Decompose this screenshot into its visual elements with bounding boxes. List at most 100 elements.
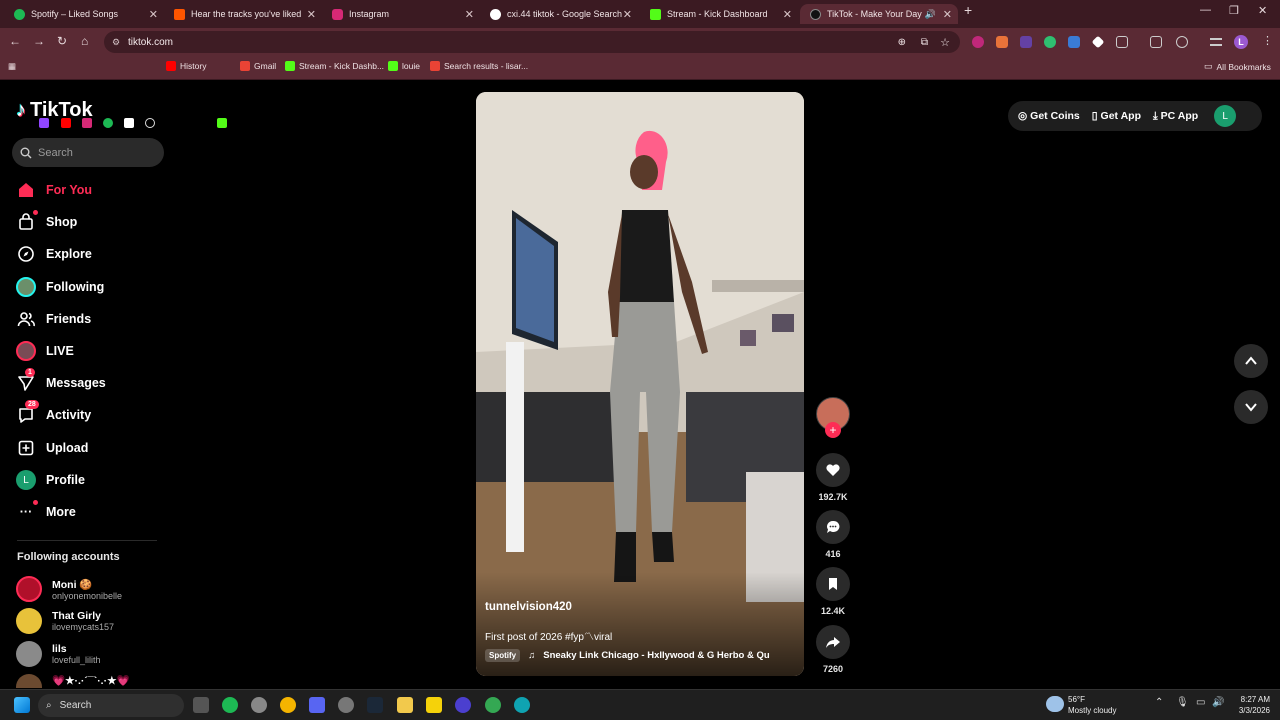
- file-explorer-icon[interactable]: [397, 697, 413, 713]
- nav-for-you[interactable]: For You: [16, 180, 92, 200]
- bookmark-gmail[interactable]: Gmail: [240, 61, 276, 71]
- extension-ublock-icon[interactable]: [972, 36, 984, 48]
- minimize-button[interactable]: —: [1200, 4, 1211, 16]
- comment-button[interactable]: 416: [816, 510, 850, 559]
- chrome-app-icon[interactable]: [280, 697, 296, 713]
- reading-list-icon[interactable]: [1210, 38, 1222, 46]
- extension-twitch-icon[interactable]: [1020, 36, 1032, 48]
- reload-button[interactable]: ↻: [57, 34, 67, 48]
- extensions-puzzle-icon[interactable]: [1116, 36, 1128, 48]
- apps-grid-icon[interactable]: ▦: [8, 61, 16, 72]
- creator-avatar-button[interactable]: +: [816, 397, 850, 438]
- site-info-icon[interactable]: ⚙: [112, 37, 120, 48]
- next-video-button[interactable]: [1234, 390, 1268, 424]
- nav-explore[interactable]: Explore: [16, 244, 92, 264]
- restore-button[interactable]: ❐: [1229, 4, 1239, 17]
- spotify-app-icon[interactable]: [222, 697, 238, 713]
- close-tab-icon[interactable]: ✕: [943, 8, 952, 21]
- video-player[interactable]: tunnelvision420 First post of 2026 #fyp〽…: [476, 92, 804, 676]
- volume-icon[interactable]: 🔊: [1212, 697, 1224, 708]
- bookmark-kick-dashboard[interactable]: Stream - Kick Dashb...: [285, 61, 384, 71]
- bookmark-search-results[interactable]: Search results - lisar...: [430, 61, 528, 71]
- forward-button[interactable]: →: [33, 34, 45, 48]
- cast-icon[interactable]: [1150, 36, 1162, 48]
- profile-avatar[interactable]: L: [1234, 35, 1248, 49]
- music-row[interactable]: Spotify ♫ Sneaky Link Chicago - Hxllywoo…: [485, 649, 788, 662]
- following-account-item[interactable]: lils lovefull_lilith: [16, 641, 101, 667]
- clock[interactable]: 8:27 AM 3/3/2026: [1230, 694, 1270, 716]
- get-app-button[interactable]: ▯ Get App: [1092, 110, 1141, 122]
- task-view-icon[interactable]: [193, 697, 209, 713]
- tab-soundcloud[interactable]: Hear the tracks you've liked: on ✕: [164, 4, 322, 24]
- like-button[interactable]: 192.7K: [816, 453, 850, 502]
- following-account-item[interactable]: That Girly ilovemycats157: [16, 608, 114, 634]
- address-bar[interactable]: ⚙ tiktok.com ⊕ ⧉ ☆: [104, 31, 960, 53]
- spotify-bookmark-icon[interactable]: [103, 118, 113, 128]
- bookmark-star-icon[interactable]: ☆: [940, 36, 950, 49]
- globe-bookmark-icon[interactable]: [145, 118, 155, 128]
- extension-icon[interactable]: [1044, 36, 1056, 48]
- bookmark-history[interactable]: History: [166, 61, 206, 71]
- home-icon[interactable]: ⌂: [81, 34, 88, 48]
- new-tab-button[interactable]: +: [964, 2, 972, 18]
- x-bookmark-icon[interactable]: [124, 118, 134, 128]
- tiktok-logo[interactable]: ♪ TikTok: [16, 99, 93, 122]
- tab-kick[interactable]: Stream - Kick Dashboard ✕: [640, 4, 798, 24]
- edge-app-icon[interactable]: [514, 697, 530, 713]
- following-account-item[interactable]: Moni 🍪 onlyonemonibelle: [16, 576, 122, 602]
- windows-start-icon[interactable]: [14, 697, 30, 713]
- share-button[interactable]: 7260: [816, 625, 850, 674]
- close-tab-icon[interactable]: ✕: [623, 8, 632, 21]
- extension-icon[interactable]: [996, 36, 1008, 48]
- tab-instagram[interactable]: Instagram ✕: [322, 4, 480, 24]
- taskbar-search[interactable]: ⌕ Search: [38, 694, 184, 717]
- nav-live[interactable]: LIVE: [16, 341, 74, 361]
- previous-video-button[interactable]: [1234, 344, 1268, 378]
- chevron-up-icon[interactable]: ⌃: [1155, 697, 1163, 708]
- settings-gear-icon[interactable]: [338, 697, 354, 713]
- user-avatar[interactable]: L: [1214, 105, 1237, 127]
- extension-icon[interactable]: [1091, 35, 1105, 49]
- close-tab-icon[interactable]: ✕: [149, 8, 158, 21]
- following-account-item[interactable]: 💗★·.·´¯`·.·★💗: [16, 674, 130, 688]
- tab-tiktok[interactable]: TikTok - Make Your Day 🔊 ✕: [800, 4, 958, 24]
- audio-playing-icon[interactable]: 🔊: [925, 9, 936, 20]
- extension-icon[interactable]: [1068, 36, 1080, 48]
- nav-upload[interactable]: Upload: [16, 438, 88, 458]
- nav-shop[interactable]: Shop: [16, 210, 77, 232]
- close-tab-icon[interactable]: ✕: [307, 8, 316, 21]
- history-icon[interactable]: [1176, 36, 1188, 48]
- bookmark-louie[interactable]: louie: [388, 61, 420, 71]
- microphone-icon[interactable]: 🎙: [1176, 697, 1189, 708]
- close-tab-icon[interactable]: ✕: [465, 8, 474, 21]
- steam-app-icon[interactable]: [367, 697, 383, 713]
- kick-bookmark-icon[interactable]: [217, 118, 227, 128]
- nav-activity[interactable]: 28 Activity: [16, 400, 91, 425]
- all-bookmarks[interactable]: ▭ All Bookmarks: [1204, 61, 1271, 72]
- pc-app-button[interactable]: ⤓ PC App: [1153, 110, 1198, 123]
- discord-app-icon[interactable]: [309, 697, 325, 713]
- weather-widget[interactable]: 56°F Mostly cloudy: [1068, 694, 1116, 716]
- nav-more[interactable]: ··· More: [16, 500, 76, 522]
- nav-friends[interactable]: Friends: [16, 309, 91, 329]
- search-input[interactable]: Search: [12, 138, 164, 167]
- network-icon[interactable]: ▭: [1196, 697, 1205, 708]
- save-button[interactable]: 12.4K: [816, 567, 850, 616]
- back-button[interactable]: ←: [9, 34, 21, 48]
- spotify-badge[interactable]: Spotify: [485, 649, 521, 662]
- get-coins-button[interactable]: ◎ Get Coins: [1018, 110, 1080, 122]
- nav-messages[interactable]: 1 Messages: [16, 368, 106, 393]
- chrome-profile-icon[interactable]: [485, 697, 501, 713]
- tab-spotify[interactable]: Spotify – Liked Songs ✕: [4, 4, 164, 24]
- app-icon[interactable]: [455, 697, 471, 713]
- sticky-notes-icon[interactable]: [426, 697, 442, 713]
- zoom-icon[interactable]: ⊕: [898, 37, 906, 48]
- nav-following[interactable]: Following: [16, 277, 104, 297]
- close-tab-icon[interactable]: ✕: [783, 8, 792, 21]
- close-window-button[interactable]: ✕: [1258, 4, 1267, 17]
- follow-plus-icon[interactable]: +: [825, 422, 841, 438]
- tab-google[interactable]: cxi.44 tiktok - Google Search ✕: [480, 4, 638, 24]
- app-icon[interactable]: [251, 697, 267, 713]
- video-author[interactable]: tunnelvision420: [485, 601, 572, 613]
- install-app-icon[interactable]: ⧉: [921, 37, 928, 48]
